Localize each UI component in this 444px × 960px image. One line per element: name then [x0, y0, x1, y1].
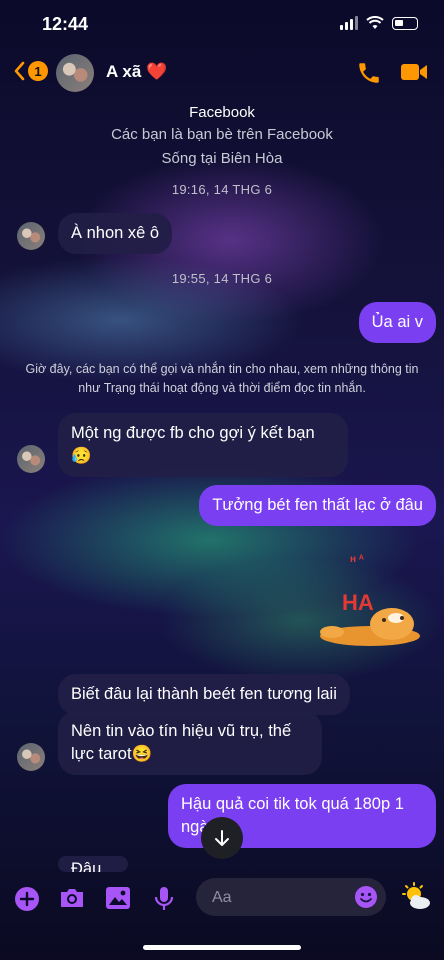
- wifi-icon: [366, 16, 384, 29]
- signal-icon: [340, 16, 358, 30]
- laugh-emoji: 😆: [131, 745, 153, 763]
- battery-icon: [392, 16, 418, 30]
- status-time: 12:44: [42, 14, 89, 34]
- plus-icon[interactable]: [14, 886, 40, 912]
- intro-friends: Các bạn là bạn bè trên Facebook: [111, 126, 333, 143]
- contact-name-text: A xã: [106, 62, 142, 81]
- contact-avatar-small[interactable]: [17, 222, 45, 250]
- chat-header: 1 A xã ❤️: [0, 48, 444, 96]
- message-incoming[interactable]: À nhon xê ô: [58, 213, 173, 254]
- timestamp: 19:16, 14 THG 6: [171, 182, 273, 197]
- message-input[interactable]: Aa: [196, 878, 386, 916]
- home-indicator: [143, 945, 301, 950]
- status-bar: 12:44: [0, 0, 444, 48]
- message-outgoing[interactable]: Tưởng bét fen thất lạc ở đâu: [199, 485, 436, 526]
- heart-emoji: ❤️: [146, 62, 168, 81]
- scroll-to-bottom-button[interactable]: [201, 817, 243, 859]
- chevron-left-icon: [14, 61, 25, 81]
- timestamp: 19:55, 14 THG 6: [171, 271, 273, 286]
- arrow-down-icon: [215, 830, 229, 846]
- message-outgoing[interactable]: Ủa ai v: [358, 302, 436, 343]
- camera-icon[interactable]: [58, 886, 86, 910]
- message-incoming[interactable]: Nên tin vào tín hiệu vũ trụ, thế lực tar…: [58, 711, 322, 775]
- contact-avatar-small[interactable]: [17, 445, 45, 473]
- message-text: Nên tin vào tín hiệu vũ trụ, thế lực tar…: [71, 722, 292, 763]
- emoji-icon[interactable]: [354, 885, 378, 909]
- svg-text:ʜ ᴬ: ʜ ᴬ: [350, 554, 364, 565]
- contact-avatar[interactable]: [56, 54, 94, 92]
- status-icons: [340, 16, 418, 30]
- message-text: Một ng được fb cho gợi ý kết bạn: [71, 424, 315, 442]
- message-incoming-partial[interactable]: Đâu...: [58, 856, 129, 872]
- sticker[interactable]: ʜ ᴬ HA: [312, 548, 424, 652]
- contact-name[interactable]: A xã ❤️: [106, 62, 167, 82]
- message-incoming[interactable]: Biết đâu lại thành beét fen tương laii: [58, 674, 350, 715]
- intro-title: Facebook: [189, 104, 255, 121]
- contact-avatar-small[interactable]: [17, 743, 45, 771]
- message-incoming[interactable]: Một ng được fb cho gợi ý kết bạn 😥: [58, 413, 348, 477]
- sticker-label: HA: [342, 590, 374, 615]
- connection-notice: Giờ đây, các bạn có thể gọi và nhắn tin …: [25, 362, 419, 395]
- unread-badge: 1: [28, 61, 48, 81]
- phone-icon[interactable]: [356, 60, 382, 86]
- sad-emoji: 😥: [71, 447, 92, 465]
- back-button[interactable]: 1: [12, 60, 48, 82]
- quick-reaction-weather-icon[interactable]: [402, 882, 432, 912]
- intro-location: Sống tại Biên Hòa: [161, 150, 283, 167]
- message-composer: Aa: [0, 872, 444, 924]
- message-input-placeholder: Aa: [212, 889, 232, 906]
- video-call-icon[interactable]: [400, 60, 428, 84]
- microphone-icon[interactable]: [154, 886, 174, 912]
- gallery-icon[interactable]: [105, 886, 131, 910]
